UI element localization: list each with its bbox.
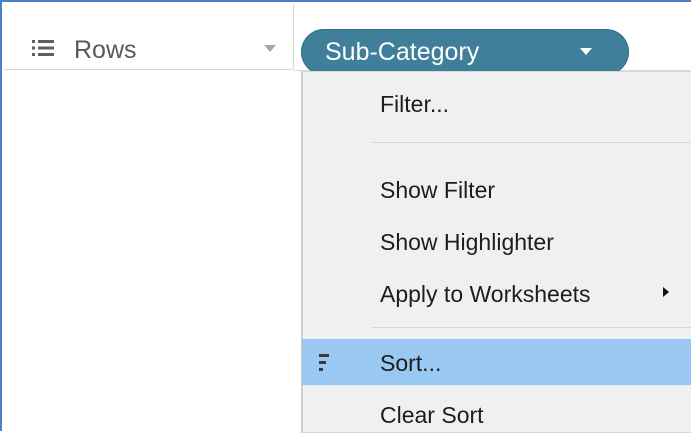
menu-item-show-highlighter[interactable]: Show Highlighter <box>302 220 691 260</box>
sub-category-pill-label: Sub-Category <box>325 38 480 66</box>
menu-item-apply-to-worksheets[interactable]: Apply to Worksheets <box>302 272 691 312</box>
menu-item-label: Apply to Worksheets <box>380 281 591 307</box>
rows-list-icon <box>32 40 54 56</box>
sub-category-pill[interactable]: Sub-Category <box>301 29 629 75</box>
menu-item-sort[interactable]: Sort... <box>302 339 691 385</box>
menu-item-label: Filter... <box>380 91 450 117</box>
menu-item-label: Show Filter <box>380 177 496 203</box>
rows-shelf-label[interactable]: Rows <box>4 4 294 70</box>
menu-item-filter[interactable]: Filter... <box>302 82 691 122</box>
menu-item-show-filter[interactable]: Show Filter <box>302 168 691 208</box>
pill-context-menu: Filter... Show Filter Show Highlighter A… <box>301 71 691 433</box>
menu-item-label: Sort... <box>380 350 442 376</box>
menu-separator <box>372 142 691 143</box>
menu-separator <box>372 327 691 328</box>
menu-item-label: Show Highlighter <box>380 229 554 255</box>
worksheet-frame: Rows Sub-Category Filter... Show Filter … <box>0 0 691 433</box>
sort-icon <box>319 354 329 371</box>
rows-shelf-text: Rows <box>74 36 137 64</box>
chevron-down-icon[interactable] <box>580 48 592 55</box>
chevron-down-icon[interactable] <box>264 45 276 52</box>
chevron-right-icon <box>663 287 669 297</box>
menu-item-clear-sort[interactable]: Clear Sort <box>302 393 691 433</box>
menu-item-label: Clear Sort <box>380 402 484 428</box>
